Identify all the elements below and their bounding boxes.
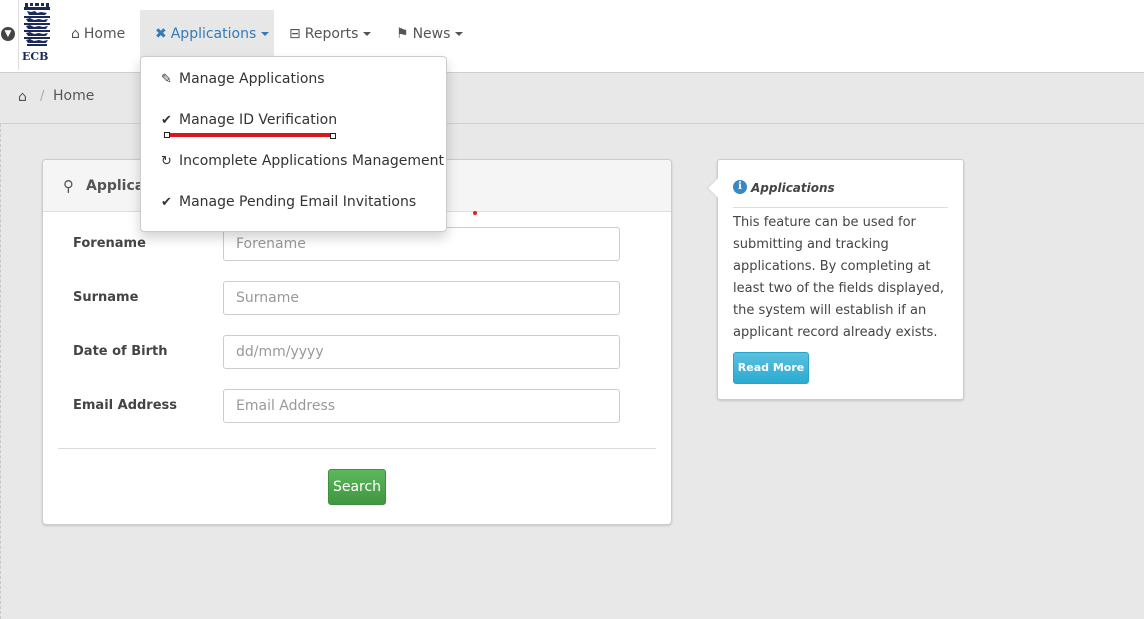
menu-item-incomplete-applications[interactable]: ↻ Incomplete Applications Management <box>161 150 444 172</box>
info-panel: i Applications This feature can be used … <box>707 159 964 400</box>
menu-item-label: Manage Pending Email Invitations <box>179 194 417 210</box>
date-of-birth-input[interactable] <box>223 335 620 369</box>
divider <box>58 448 656 449</box>
tools-icon: ✖ <box>155 26 167 42</box>
popover-arrow <box>707 177 718 199</box>
spinner-icon: ↻ <box>161 154 172 169</box>
nav-home-label: Home <box>83 26 126 42</box>
breadcrumb-separator: / <box>40 89 45 104</box>
nav-home[interactable]: ⌂ Home <box>71 10 125 58</box>
circle-arrow-down-icon: ▼ <box>1 27 15 41</box>
menu-item-label: Manage ID Verification <box>179 112 338 128</box>
info-icon: i <box>733 180 747 194</box>
menu-item-manage-applications[interactable]: ✎ Manage Applications <box>161 68 325 90</box>
ecb-logo[interactable]: ECB <box>21 3 55 65</box>
info-description: This feature can be used for submitting … <box>733 215 945 340</box>
breadcrumb-home: Home <box>53 88 95 104</box>
crown-crest-icon <box>24 3 50 46</box>
caret-down-icon <box>363 32 372 36</box>
search-button[interactable]: Search <box>328 469 386 505</box>
nav-applications-label: Applications <box>170 26 257 42</box>
menu-item-label: Manage Applications <box>179 71 325 87</box>
caret-down-icon <box>455 32 464 36</box>
nav-news-label: News <box>412 26 451 42</box>
sidebar-toggle[interactable]: ▼ <box>0 0 19 70</box>
cursor-marker <box>473 211 477 215</box>
menu-item-manage-id-verification[interactable]: ✔ Manage ID Verification <box>161 109 337 131</box>
check-circle-icon: ✔ <box>161 195 172 210</box>
forename-label: Forename <box>73 236 146 251</box>
sliders-icon: ⊟ <box>289 26 301 42</box>
email-address-input[interactable] <box>223 389 620 423</box>
selection-highlight-line <box>168 133 334 137</box>
menu-item-label: Incomplete Applications Management <box>179 153 445 169</box>
divider <box>733 207 948 208</box>
caret-down-icon <box>261 32 270 36</box>
resize-handle[interactable] <box>330 133 336 139</box>
nav-news[interactable]: ⚑ News <box>396 10 464 58</box>
left-border <box>0 124 1 619</box>
forename-input[interactable] <box>223 227 620 261</box>
home-icon: ⌂ <box>71 26 80 42</box>
surname-label: Surname <box>73 290 139 305</box>
home-icon[interactable]: ⌂ <box>18 89 27 105</box>
nav-reports[interactable]: ⊟ Reports <box>289 10 372 58</box>
search-icon: ⚲ <box>63 177 74 195</box>
edit-icon: ✎ <box>161 72 172 87</box>
applications-dropdown-menu: ✎ Manage Applications ✔ Manage ID Verifica… <box>140 56 447 232</box>
email-address-label: Email Address <box>73 398 178 413</box>
surname-input[interactable] <box>223 281 620 315</box>
info-title: Applications <box>751 181 835 195</box>
date-of-birth-label: Date of Birth <box>73 344 168 359</box>
resize-handle[interactable] <box>164 132 170 138</box>
menu-item-pending-email-invitations[interactable]: ✔ Manage Pending Email Invitations <box>161 191 416 213</box>
check-circle-icon: ✔ <box>161 113 172 128</box>
nav-applications[interactable]: ✖ Applications <box>140 10 274 58</box>
read-more-button[interactable]: Read More <box>733 352 809 384</box>
nav-reports-label: Reports <box>304 26 359 42</box>
flag-icon: ⚑ <box>396 26 409 42</box>
logo-text: ECB <box>22 50 49 63</box>
